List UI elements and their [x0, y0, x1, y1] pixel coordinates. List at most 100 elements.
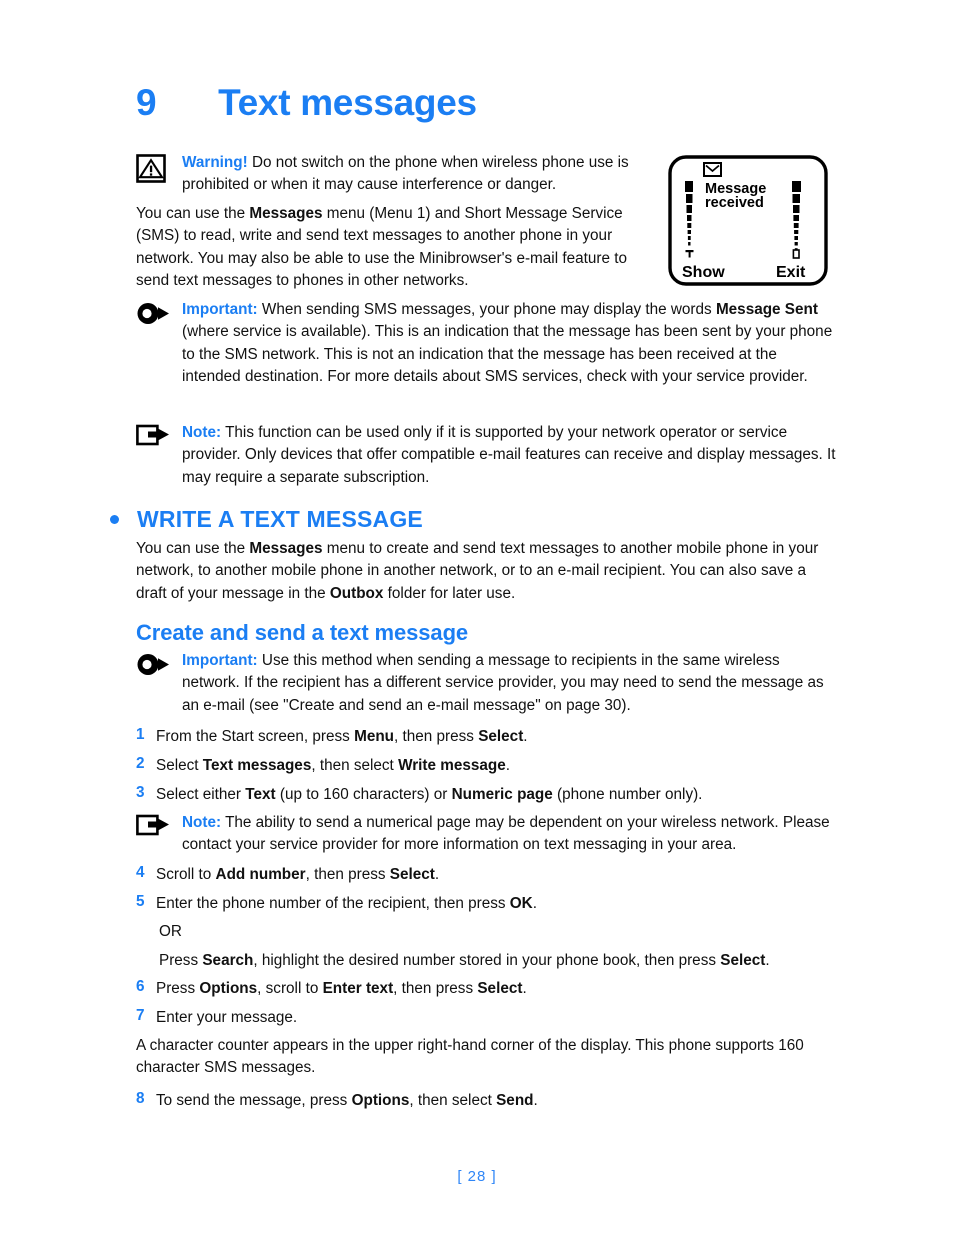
step6-bold2: Enter text [322, 980, 394, 997]
step-number: 1 [136, 726, 145, 743]
step4-seg3: . [434, 866, 440, 883]
step-item-6: 6 Press Options, scroll to Enter text, t… [136, 978, 836, 1000]
step-text: Select either Text (up to 160 characters… [156, 784, 836, 806]
step-number: 7 [136, 1007, 145, 1024]
step-item-4: 4 Scroll to Add number, then press Selec… [136, 864, 836, 886]
step1-seg3: . [523, 728, 528, 745]
note-arrow-icon-svg [136, 424, 169, 446]
step-text: Press Options, scroll to Enter text, the… [156, 978, 836, 1000]
or-divider-text: OR [159, 923, 182, 940]
step6-seg1: Press [156, 980, 200, 997]
document-page: 9 Text messages Warning! Do not switch o… [0, 0, 954, 1248]
subsection-heading: Create and send a text message [136, 620, 469, 645]
intro-seg-1: You can use the [136, 205, 250, 222]
step5-seg2: . [532, 895, 537, 912]
step-item-8: 8 To send the message, press Options, th… [136, 1090, 836, 1112]
important-method-label: Important: [182, 652, 258, 669]
step1-bold2: Select [478, 728, 524, 745]
step3-seg3: (phone number only). [552, 786, 703, 803]
section-para-seg-3: folder for later use. [383, 584, 516, 602]
step-item-7: 7 Enter your message. [136, 1007, 836, 1029]
step-text: Select Text messages, then select Write … [156, 755, 836, 777]
step2-seg2: , then select [311, 757, 399, 774]
page-number: [ 28 ] [457, 1168, 497, 1185]
step7-seg1: Enter your message. [156, 1009, 298, 1026]
search-seg3: . [765, 952, 770, 969]
important-sms-label: Important: [182, 301, 258, 318]
important-arrow-icon [136, 299, 170, 327]
important-sms-notice: Important: When sending SMS messages, yo… [136, 299, 836, 389]
note-function-text: Note: This function can be used only if … [182, 422, 836, 489]
search-seg1: Press [159, 952, 203, 969]
note-numeric-body: The ability to send a numerical page may… [182, 814, 830, 854]
intro-bold-messages: Messages [249, 205, 323, 222]
step-number: 3 [136, 784, 145, 801]
note-arrow-icon [136, 422, 170, 448]
svg-text:received: received [705, 195, 764, 211]
step8-seg3: . [533, 1092, 538, 1109]
step-number: 4 [136, 864, 145, 881]
important-sms-seg-2: (where service is available). This is an… [182, 323, 833, 386]
step-item-5: 5 Enter the phone number of the recipien… [136, 893, 836, 915]
step1-seg2: , then press [394, 728, 479, 745]
search-instruction-line: Press Search, highlight the desired numb… [159, 950, 839, 972]
step3-bold2: Numeric page [451, 786, 553, 803]
important-method-body: Use this method when sending a message t… [182, 652, 824, 714]
search-bold2: Select [720, 952, 766, 969]
step-item-1: 1 From the Start screen, press Menu, the… [136, 726, 836, 748]
step6-seg3: , then press [393, 980, 478, 997]
note-numeric-label: Note: [182, 814, 222, 831]
note-numeric-text: Note: The ability to send a numerical pa… [182, 812, 836, 857]
step-text: From the Start screen, press Menu, then … [156, 726, 836, 748]
intro-paragraph: You can use the Messages menu (Menu 1) a… [136, 203, 649, 293]
envelope-icon [703, 162, 722, 177]
important-sms-text: Important: When sending SMS messages, yo… [182, 299, 836, 389]
step2-bold1: Text messages [202, 757, 312, 774]
step-item-2: 2 Select Text messages, then select Writ… [136, 755, 836, 777]
step8-seg1: To send the message, press [156, 1092, 352, 1109]
step-number: 5 [136, 893, 145, 910]
step4-bold1: Add number [215, 866, 306, 883]
section-heading-label: WRITE A TEXT MESSAGE [137, 506, 423, 532]
section-heading-write-a-text-message: WRITE A TEXT MESSAGE [110, 506, 423, 533]
section-para-bold-outbox: Outbox [329, 584, 384, 602]
note-arrow-icon-svg [136, 814, 169, 836]
step-number: 6 [136, 978, 145, 995]
note-function-label: Note: [182, 424, 222, 441]
step3-bold1: Text [245, 786, 276, 803]
chapter-title: Text messages [218, 82, 477, 123]
step2-seg1: Select [156, 757, 203, 774]
step-text: Scroll to Add number, then press Select. [156, 864, 836, 886]
important-arrow-icon-svg [137, 303, 169, 324]
warning-label: Warning! [182, 154, 248, 171]
section-para-bold-messages: Messages [249, 540, 323, 557]
section-paragraph: You can use the Messages menu to create … [136, 538, 836, 605]
step6-bold3: Select [477, 980, 523, 997]
important-method-text: Important: Use this method when sending … [182, 650, 836, 717]
step6-seg4: . [522, 980, 527, 997]
search-bold1: Search [202, 952, 254, 969]
step-text: To send the message, press Options, then… [156, 1090, 836, 1112]
step4-seg1: Scroll to [156, 866, 216, 883]
important-sms-seg-1: When sending SMS messages, your phone ma… [257, 301, 716, 318]
step1-bold1: Menu [354, 728, 395, 745]
note-numeric-notice: Note: The ability to send a numerical pa… [136, 812, 836, 857]
chapter-number: 9 [136, 82, 157, 123]
step4-seg2: , then press [305, 866, 390, 883]
phone-display-svg: Message received Show Exit [668, 155, 828, 286]
step2-bold2: Write message [398, 757, 506, 774]
warning-body: Do not switch on the phone when wireless… [182, 154, 629, 194]
note-function-notice: Note: This function can be used only if … [136, 422, 836, 489]
important-arrow-icon [136, 650, 170, 678]
search-seg2: , highlight the desired number stored in… [253, 952, 721, 969]
step8-bold2: Send [496, 1092, 534, 1109]
section-para-seg-1: You can use the [136, 540, 250, 557]
page-title: 9 Text messages [136, 82, 477, 124]
warning-notice: Warning! Do not switch on the phone when… [136, 152, 651, 197]
step8-seg2: , then select [409, 1092, 497, 1109]
character-counter-paragraph: A character counter appears in the upper… [136, 1037, 804, 1077]
softkey-left-label: Show [682, 264, 725, 281]
step-item-3: 3 Select either Text (up to 160 characte… [136, 784, 836, 806]
page-footer: [ 28 ] [0, 1168, 954, 1185]
note-arrow-icon [136, 812, 170, 838]
